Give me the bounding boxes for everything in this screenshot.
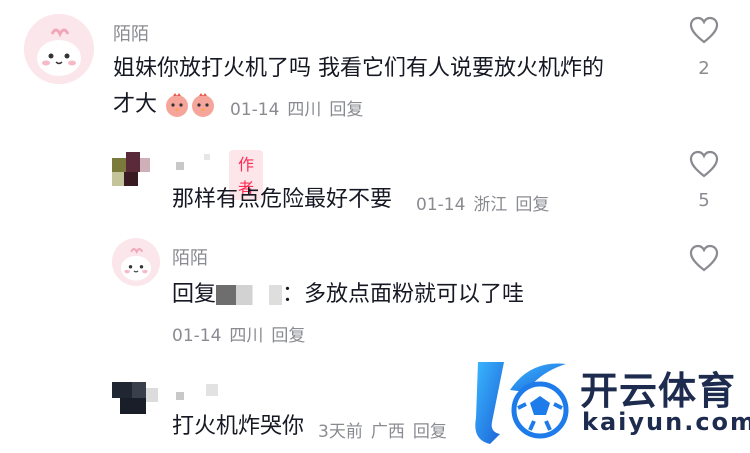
comment-date: 01-14 <box>416 195 466 215</box>
like-button[interactable] <box>686 16 722 44</box>
blurred-name-block <box>204 154 210 160</box>
comment-location: 四川 <box>229 326 264 346</box>
heart-icon <box>689 16 719 44</box>
blurred-avatar-block <box>146 388 158 402</box>
comment-meta: 01-14 浙江 回复 <box>416 190 557 215</box>
avatar[interactable] <box>112 152 164 194</box>
avatar-image <box>112 238 160 286</box>
blurred-mention <box>216 285 283 305</box>
comment-location: 四川 <box>287 100 322 120</box>
comment-date: 01-14 <box>172 326 222 346</box>
reply-prefix: 回复 <box>172 282 217 307</box>
watermark-en-text: kaiyun.com <box>582 408 750 436</box>
like-count: 2 <box>698 58 710 79</box>
like-button[interactable] <box>686 244 722 272</box>
comment-date: 01-14 <box>230 100 280 120</box>
reply-text: ：多放点面粉就可以了哇 <box>282 282 525 307</box>
blurred-name-block <box>176 162 184 170</box>
comment-text: 打火机炸哭你 <box>172 410 304 444</box>
blurred-name-block <box>206 384 218 396</box>
watermark-cn-text: 开云体育 <box>580 369 737 413</box>
blurred-avatar-block <box>112 158 126 172</box>
comment-meta: 3天前 广西 回复 <box>318 417 455 442</box>
comment-meta: 01-14 四川 回复 <box>230 95 371 120</box>
watermark-logo: 开云体育 kaiyun.com <box>470 352 750 452</box>
comment-time: 3天前 <box>318 422 363 442</box>
blurred-avatar-block <box>124 172 138 186</box>
comment-text-line2: 才大 <box>113 92 158 117</box>
blurred-avatar-block <box>126 152 140 172</box>
like-button[interactable] <box>686 150 722 178</box>
comment-text: 回复 ：多放点面粉就可以了哇 <box>172 278 524 312</box>
avatar-image <box>24 14 94 84</box>
blurred-avatar-block <box>132 382 146 398</box>
comment-text-continued: 才大 <box>113 88 216 122</box>
reply-button[interactable]: 回复 <box>413 422 447 442</box>
avatar[interactable] <box>112 378 164 422</box>
heart-icon <box>689 244 719 272</box>
comment-text: 姐妹你放打火机了吗 我看它们有人说要放火机炸的 <box>113 56 604 81</box>
blurred-avatar-block <box>140 158 150 172</box>
comment-meta: 01-14 四川 回复 <box>172 321 313 346</box>
chicken-emoji-icon <box>192 93 215 117</box>
comment-text-content: 打火机炸哭你 <box>172 414 305 439</box>
reply-button[interactable]: 回复 <box>515 195 549 215</box>
comment-text-content: 那样有点危险最好不要 <box>172 187 393 212</box>
kaiyun-logo-icon <box>475 362 569 444</box>
avatar[interactable] <box>24 14 94 84</box>
comment-text: 那样有点危险最好不要 <box>172 183 392 217</box>
blurred-avatar-block <box>120 398 146 414</box>
comment-location: 浙江 <box>473 195 508 215</box>
comment-author-name[interactable]: 陌陌 <box>172 244 208 270</box>
reply-button[interactable]: 回复 <box>271 326 305 346</box>
heart-icon <box>689 150 719 178</box>
chicken-emoji-icon <box>166 93 189 117</box>
avatar[interactable] <box>112 238 160 286</box>
comment-author-name[interactable]: 陌陌 <box>113 20 149 46</box>
blurred-avatar-block <box>112 382 132 398</box>
reply-button[interactable]: 回复 <box>329 100 363 120</box>
like-count: 5 <box>698 190 710 211</box>
comment-location: 广西 <box>370 422 405 442</box>
blurred-name-block <box>176 392 184 400</box>
blurred-avatar-block <box>112 172 124 186</box>
